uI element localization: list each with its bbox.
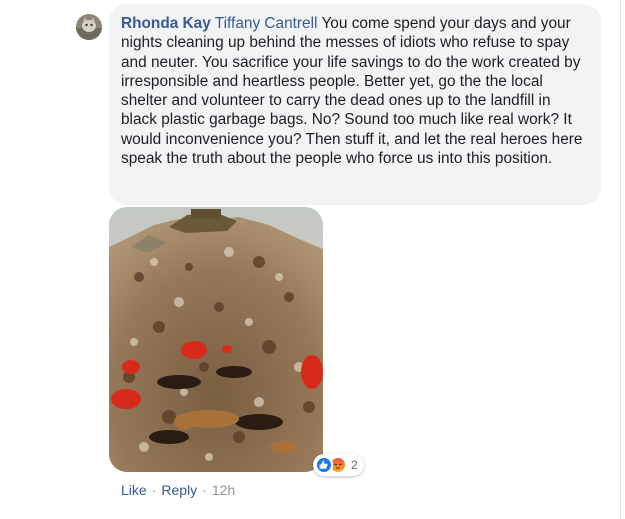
avatar[interactable] (76, 14, 102, 40)
comment-author[interactable]: Rhonda Kay (121, 15, 211, 32)
comment-text: You come spend your days and your nights… (121, 15, 583, 168)
comment-photo[interactable] (109, 207, 323, 472)
tagged-user[interactable]: Tiffany Cantrell (215, 15, 318, 32)
reaction-summary[interactable]: 2 (313, 454, 364, 476)
like-link[interactable]: Like (121, 482, 147, 498)
separator: · (202, 482, 207, 498)
separator: · (151, 482, 157, 498)
reply-link[interactable]: Reply (161, 482, 197, 498)
comment-bubble: Rhonda Kay Tiffany Cantrell You come spe… (109, 4, 601, 205)
comment-timestamp[interactable]: 12h (212, 482, 235, 498)
panel-divider (620, 0, 621, 519)
like-icon (315, 456, 333, 474)
comment-actions: Like · Reply · 12h (121, 482, 235, 498)
reaction-count: 2 (351, 458, 358, 472)
